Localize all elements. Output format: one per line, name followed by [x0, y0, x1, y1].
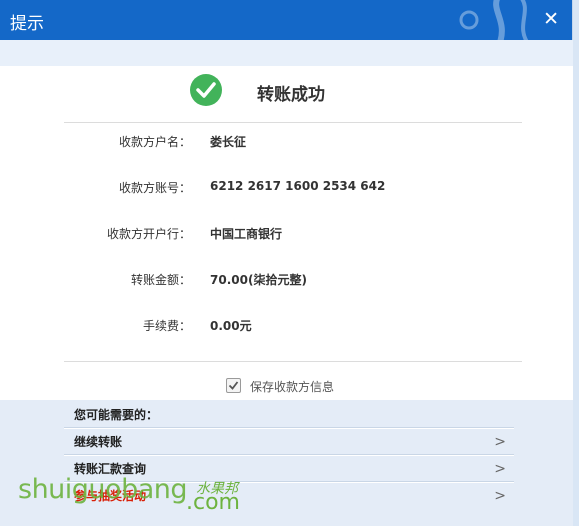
chevron-right-icon: > [494, 488, 506, 504]
check-circle-icon [190, 74, 222, 106]
divider-bottom [64, 361, 522, 362]
detail-value: 0.00元 [210, 319, 252, 333]
close-icon[interactable]: ✕ [543, 8, 559, 30]
detail-label: 手续费： [142, 319, 191, 333]
detail-value: 6212 2617 1600 2534 642 [210, 179, 386, 193]
detail-row-fee: 手续费： 0.00元 [0, 315, 573, 335]
chevron-right-icon: > [494, 434, 506, 450]
save-payee-label[interactable]: 保存收款方信息 [250, 378, 334, 395]
success-message: 转账成功 [257, 85, 325, 105]
detail-label: 收款方开户行： [106, 227, 191, 241]
divider-top [64, 122, 522, 123]
detail-row-payee-name: 收款方户名： 娄长征 [0, 131, 573, 151]
detail-row-bank: 收款方开户行： 中国工商银行 [0, 223, 573, 243]
suggestions-title: 您可能需要的： [74, 408, 159, 422]
detail-row-account: 收款方账号： 6212 2617 1600 2534 642 [0, 177, 573, 197]
detail-value: 娄长征 [210, 135, 247, 149]
decorative-pattern-icon [459, 0, 529, 40]
dialog-titlebar: 提示 ✕ [0, 0, 573, 40]
continue-transfer-link[interactable]: 继续转账 > [64, 428, 514, 455]
detail-label: 转账金额： [130, 273, 191, 287]
detail-row-amount: 转账金额： 70.00(柒拾元整) [0, 269, 573, 289]
header-band [0, 40, 573, 66]
watermark-suffix: .com [186, 490, 240, 515]
dialog-title: 提示 [10, 14, 44, 34]
detail-label: 收款方账号： [118, 181, 191, 195]
detail-value: 中国工商银行 [210, 227, 283, 241]
window-edge [572, 0, 579, 526]
detail-value: 70.00(柒拾元整) [210, 273, 307, 287]
save-payee-checkbox[interactable] [226, 378, 241, 393]
detail-label: 收款方户名： [118, 135, 191, 149]
watermark-text: shuiguobang [18, 474, 188, 505]
link-label[interactable]: 继续转账 [74, 433, 122, 450]
chevron-right-icon: > [494, 461, 506, 477]
